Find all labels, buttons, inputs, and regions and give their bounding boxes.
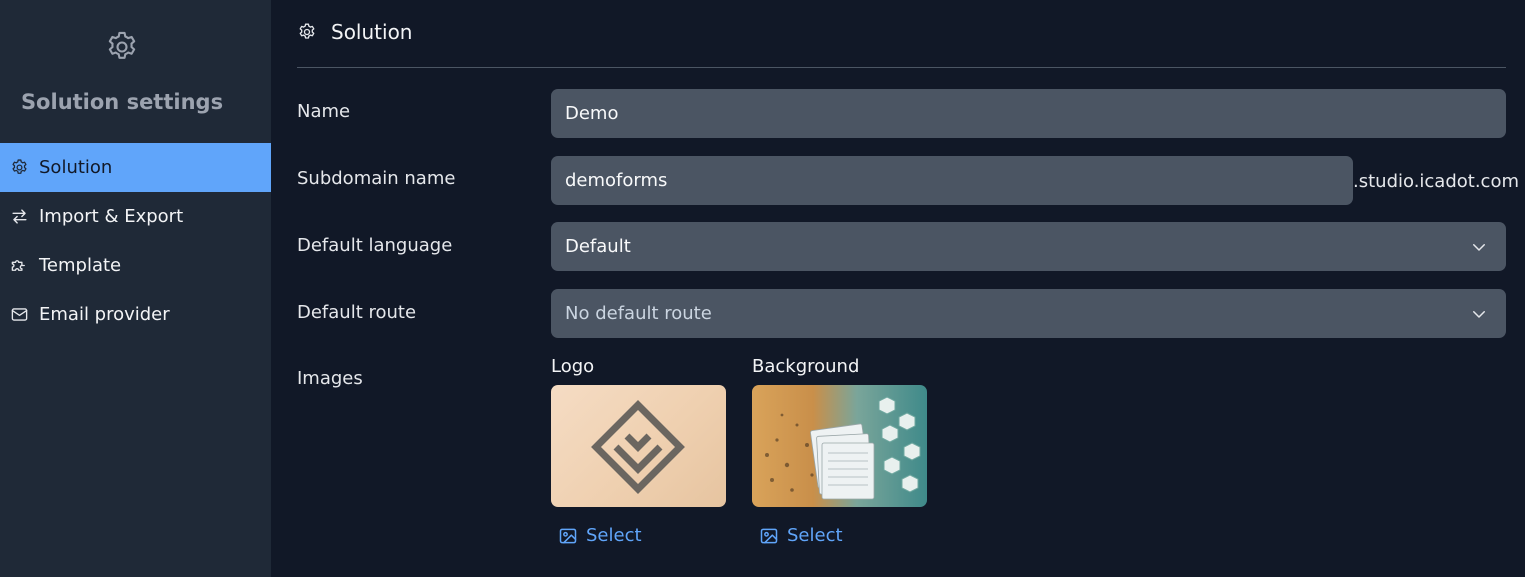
sidebar-item-import-export[interactable]: Import & Export — [0, 192, 271, 241]
logo-image-column: Logo Select — [551, 356, 726, 546]
sidebar-item-solution[interactable]: Solution — [0, 143, 271, 192]
background-select-button[interactable]: Select — [752, 525, 927, 546]
sidebar-title: Solution settings — [20, 90, 224, 114]
default-route-select[interactable]: No default route — [551, 289, 1506, 338]
default-route-value: No default route — [565, 303, 712, 324]
logo-thumbnail — [551, 385, 726, 507]
subdomain-input[interactable]: demoforms — [551, 156, 1353, 205]
page-header: Solution — [297, 20, 412, 44]
default-language-value: Default — [565, 236, 631, 257]
background-image-column: Background Select — [752, 356, 927, 546]
subdomain-label: Subdomain name — [297, 168, 456, 189]
name-input[interactable]: Demo — [551, 89, 1506, 138]
sidebar-header: Solution settings — [0, 0, 271, 143]
image-icon — [760, 528, 778, 543]
sidebar: Solution settings Solution Import & Expo… — [0, 0, 271, 577]
envelope-icon — [10, 305, 29, 324]
arrows-swap-icon — [10, 207, 29, 226]
images-label: Images — [297, 368, 363, 389]
background-label: Background — [752, 356, 860, 377]
name-value: Demo — [565, 103, 619, 124]
default-route-label: Default route — [297, 302, 417, 323]
background-illustration — [765, 396, 921, 500]
sidebar-item-label: Email provider — [39, 304, 170, 325]
chevron-down-icon — [1473, 244, 1485, 251]
select-label: Select — [586, 525, 642, 546]
default-language-label: Default language — [297, 235, 453, 256]
select-label: Select — [787, 525, 843, 546]
sidebar-item-template[interactable]: Template — [0, 241, 271, 290]
gear-icon — [104, 29, 140, 65]
logo-select-button[interactable]: Select — [551, 525, 726, 546]
page-title: Solution — [331, 20, 413, 44]
header-divider — [297, 67, 1506, 68]
logo-label: Logo — [551, 356, 595, 377]
sidebar-item-email-provider[interactable]: Email provider — [0, 290, 271, 339]
default-language-select[interactable]: Default — [551, 222, 1506, 271]
puzzle-icon — [10, 256, 29, 275]
background-thumbnail — [752, 385, 927, 507]
main-content: Solution Name Demo Subdomain name demofo… — [271, 0, 1525, 577]
image-icon — [559, 528, 577, 543]
sidebar-item-label: Solution — [39, 157, 113, 178]
subdomain-suffix: .studio.icadot.com — [1353, 171, 1519, 192]
gear-icon — [10, 158, 29, 177]
chevron-down-icon — [1473, 311, 1485, 318]
sidebar-item-label: Template — [39, 255, 122, 276]
logo-mark-icon — [591, 400, 685, 494]
sidebar-item-label: Import & Export — [39, 206, 184, 227]
name-label: Name — [297, 101, 351, 122]
subdomain-value: demoforms — [565, 170, 668, 191]
gear-icon — [299, 23, 315, 39]
